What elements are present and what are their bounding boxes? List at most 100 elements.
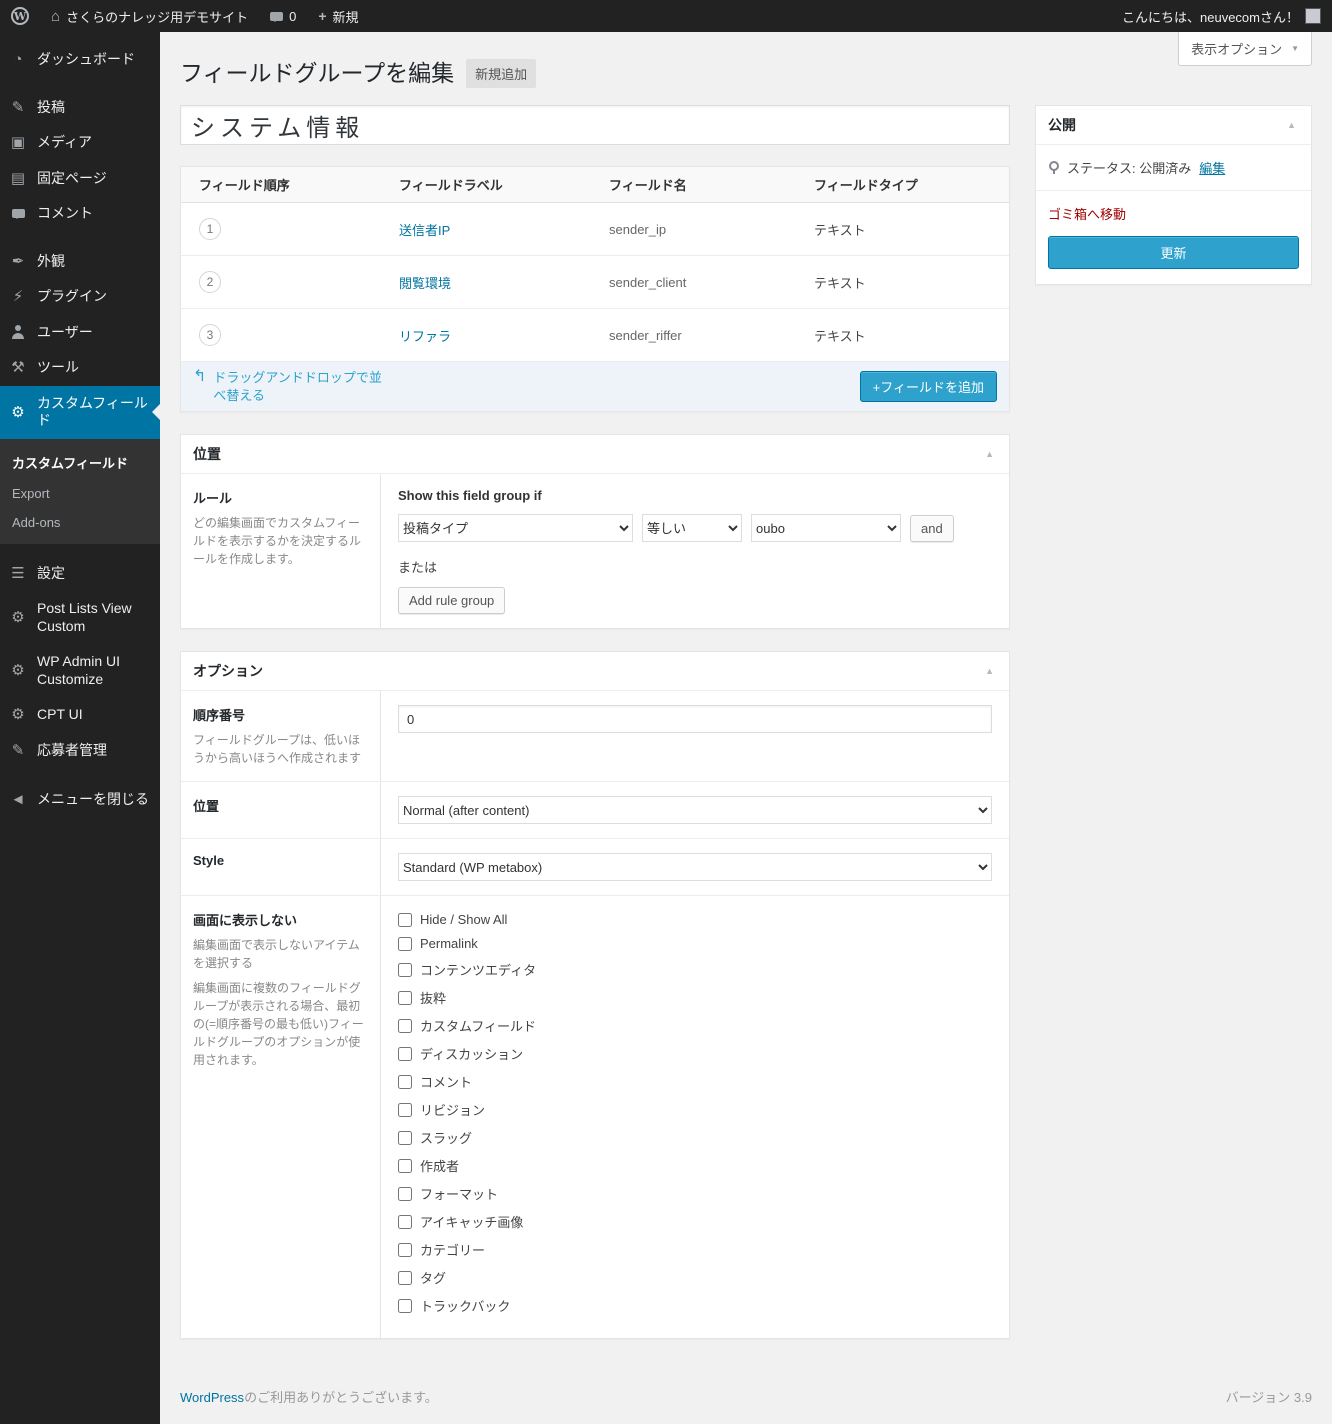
sidebar-item-applicants[interactable]: ✎ 応募者管理	[0, 733, 160, 769]
position-select[interactable]: Normal (after content)	[398, 796, 992, 824]
order-number-input[interactable]	[398, 705, 992, 733]
options-metabox-title: オプション	[193, 661, 263, 681]
hide-checkbox[interactable]	[398, 991, 412, 1005]
column-header-label: フィールドラベル	[399, 175, 609, 194]
field-name: sender_riffer	[609, 328, 814, 343]
sidebar-item-cpt-ui[interactable]: ⚙ CPT UI	[0, 697, 160, 733]
sidebar-item-pages[interactable]: ▤ 固定ページ	[0, 161, 160, 197]
field-label-link[interactable]: 送信者IP	[399, 223, 450, 238]
list-item: カスタムフィールド	[398, 1016, 992, 1035]
rule-value-select[interactable]: oubo	[751, 514, 901, 542]
rules-description: どの編集画面でカスタムフィールドを表示するかを決定するルールを作成します。	[193, 514, 368, 568]
field-order-handle[interactable]: 3	[199, 324, 221, 346]
my-account-menu[interactable]: こんにちは、neuvecomさん！	[1111, 0, 1332, 32]
checkbox-label: アイキャッチ画像	[420, 1212, 523, 1231]
and-rule-button[interactable]: and	[910, 515, 954, 542]
footer-thanks-text: のご利用ありがとうございます。	[244, 1390, 438, 1405]
move-to-trash-link[interactable]: ゴミ箱へ移動	[1048, 204, 1126, 223]
sidebar-subitem-export[interactable]: Export	[0, 479, 160, 508]
sidebar-item-label: CPT UI	[37, 706, 83, 724]
sidebar-item-label: Post Lists View Custom	[37, 600, 152, 635]
options-metabox: オプション ▲ 順序番号 フィールドグループは、低いほうから高いほうへ作成されま…	[180, 651, 1010, 1339]
page-title: フィールドグループを編集	[180, 60, 454, 88]
sidebar-item-tools[interactable]: ⚒ ツール	[0, 350, 160, 386]
sidebar-item-label: メディア	[37, 134, 92, 152]
sidebar-item-posts[interactable]: ✎ 投稿	[0, 90, 160, 126]
field-label-link[interactable]: 閲覧環境	[399, 276, 451, 291]
menu-separator	[0, 232, 160, 244]
hide-checkbox[interactable]	[398, 1103, 412, 1117]
checkbox-label: フォーマット	[420, 1184, 498, 1203]
field-group-title-input[interactable]	[180, 105, 1010, 145]
field-order-handle[interactable]: 2	[199, 271, 221, 293]
reorder-arrow-icon: ↰	[193, 369, 206, 385]
list-item: 抜粋	[398, 988, 992, 1007]
hide-on-screen-list: Hide / Show All Permalink コンテンツエディタ 抜粋 カ…	[398, 912, 992, 1315]
reorder-hint: ↰ ドラッグアンドドロップで並べ替える	[193, 369, 388, 404]
sidebar-item-post-lists-view-custom[interactable]: ⚙ Post Lists View Custom	[0, 591, 160, 644]
sidebar-item-collapse-menu[interactable]: ◄ メニューを閉じる	[0, 782, 160, 818]
hide-checkbox[interactable]	[398, 1159, 412, 1173]
hide-checkbox[interactable]	[398, 1019, 412, 1033]
collapse-toggle-icon[interactable]: ▲	[982, 449, 997, 459]
hide-checkbox[interactable]	[398, 1299, 412, 1313]
checkbox-label: 抜粋	[420, 988, 446, 1007]
sidebar-item-plugins[interactable]: ⚡ プラグイン	[0, 279, 160, 315]
screen-options-tab[interactable]: 表示オプション ▼	[1178, 32, 1312, 66]
add-field-button[interactable]: +フィールドを追加	[860, 371, 997, 402]
rule-param-select[interactable]: 投稿タイプ	[398, 514, 633, 542]
wordpress-link[interactable]: WordPress	[180, 1390, 244, 1405]
add-new-button[interactable]: 新規追加	[466, 59, 536, 88]
hide-checkbox[interactable]	[398, 913, 412, 927]
column-header-name: フィールド名	[609, 175, 814, 194]
sidebar-item-users[interactable]: ユーザー	[0, 315, 160, 351]
edit-status-link[interactable]: 編集	[1199, 158, 1225, 177]
post-status-row: ステータス: 公開済み 編集	[1036, 145, 1311, 191]
style-select[interactable]: Standard (WP metabox)	[398, 853, 992, 881]
hide-checkbox[interactable]	[398, 1075, 412, 1089]
hide-checkbox[interactable]	[398, 1243, 412, 1257]
list-item: トラックバック	[398, 1296, 992, 1315]
collapse-toggle-icon[interactable]: ▲	[1284, 120, 1299, 130]
hide-checkbox[interactable]	[398, 1271, 412, 1285]
sidebar-item-media[interactable]: ▣ メディア	[0, 125, 160, 161]
order-number-label: 順序番号	[193, 705, 368, 724]
hide-checkbox[interactable]	[398, 1131, 412, 1145]
sidebar-item-label: プラグイン	[37, 288, 107, 306]
field-order-handle[interactable]: 1	[199, 218, 221, 240]
comments-menu[interactable]: 0	[259, 0, 307, 32]
sidebar-item-dashboard[interactable]: ◔ ダッシュボード	[0, 42, 160, 78]
sidebar-item-settings[interactable]: ☰ 設定	[0, 556, 160, 592]
new-content-menu[interactable]: + 新規	[307, 0, 369, 32]
sidebar-item-wp-admin-ui-customize[interactable]: ⚙ WP Admin UI Customize	[0, 644, 160, 697]
sidebar-item-label: ユーザー	[37, 324, 93, 342]
hide-checkbox[interactable]	[398, 1215, 412, 1229]
sidebar-item-label: ツール	[37, 359, 79, 377]
sidebar-item-comments[interactable]: コメント	[0, 196, 160, 232]
field-label-link[interactable]: リファラ	[399, 329, 451, 344]
screen-options-label: 表示オプション	[1191, 39, 1282, 58]
collapse-toggle-icon[interactable]: ▲	[982, 666, 997, 676]
checkbox-label: リビジョン	[420, 1100, 485, 1119]
site-name-menu[interactable]: ⌂ さくらのナレッジ用デモサイト	[40, 0, 259, 32]
sidebar-item-label: 設定	[37, 565, 65, 583]
field-type: テキスト	[814, 220, 991, 239]
add-rule-group-button[interactable]: Add rule group	[398, 587, 505, 614]
wp-logo-menu[interactable]: W	[0, 0, 40, 32]
users-icon	[10, 325, 26, 339]
or-label: または	[398, 557, 992, 576]
sidebar-subitem-addons[interactable]: Add-ons	[0, 508, 160, 537]
hide-checkbox[interactable]	[398, 1047, 412, 1061]
plus-icon: +	[318, 9, 326, 23]
checkbox-label: ディスカッション	[420, 1044, 523, 1063]
sidebar-subitem-custom-fields[interactable]: カスタムフィールド	[0, 446, 160, 479]
comment-bubble-icon	[12, 209, 25, 218]
hide-checkbox[interactable]	[398, 1187, 412, 1201]
sidebar-item-appearance[interactable]: ✒ 外観	[0, 244, 160, 280]
position-label: 位置	[193, 796, 368, 815]
update-button[interactable]: 更新	[1048, 236, 1299, 269]
rule-operator-select[interactable]: 等しい	[642, 514, 742, 542]
hide-checkbox[interactable]	[398, 963, 412, 977]
sidebar-item-custom-fields[interactable]: ⚙ カスタムフィールド	[0, 386, 160, 439]
hide-checkbox[interactable]	[398, 937, 412, 951]
